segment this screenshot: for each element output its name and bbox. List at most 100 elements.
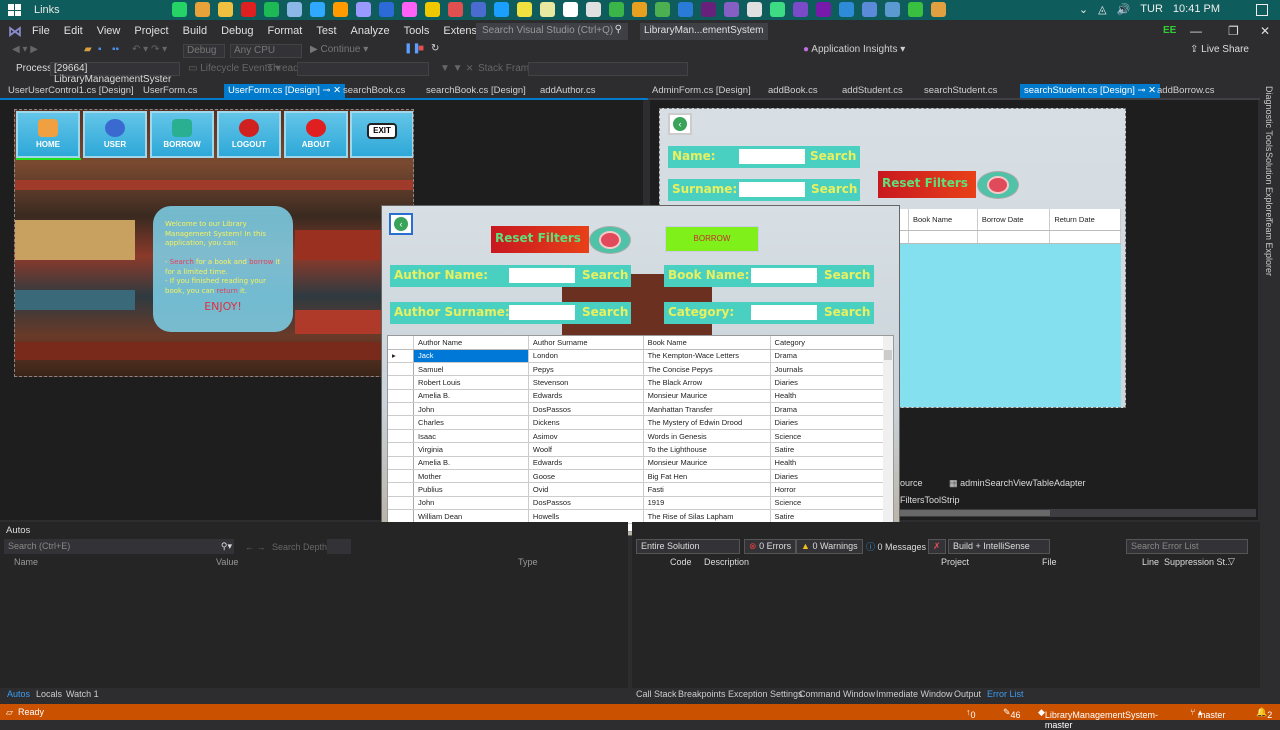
thread-dropdown[interactable] <box>297 62 429 76</box>
table-cell[interactable]: Virginia <box>413 442 529 457</box>
tool-tab-output[interactable]: Output <box>954 689 981 699</box>
table-cell[interactable] <box>908 230 978 244</box>
taskbar-app-icon[interactable] <box>632 2 647 17</box>
table-cell[interactable]: Monsieur Maurice <box>643 389 771 404</box>
table-cell[interactable]: Ovid <box>528 482 644 497</box>
grid-vertical-scrollbar[interactable] <box>883 336 893 531</box>
tab-addbook-cs[interactable]: addBook.cs <box>764 84 822 98</box>
tray-item-table-adapter[interactable]: adminSearchViewTableAdapter <box>960 478 1085 488</box>
taskbar-app-icon[interactable] <box>586 2 601 17</box>
taskbar-app-icon[interactable] <box>494 2 509 17</box>
taskbar-app-icon[interactable] <box>793 2 808 17</box>
table-row[interactable]: ▸ Jack London The Kempton-Wace Letters Drama <box>388 349 886 363</box>
table-cell[interactable]: Monsieur Maurice <box>643 456 771 471</box>
table-cell[interactable]: The Concise Pepys <box>643 362 771 377</box>
taskbar-app-icon[interactable] <box>241 2 256 17</box>
menu-test[interactable]: Test <box>316 25 336 37</box>
error-scope-dropdown[interactable]: Entire Solution <box>636 539 740 554</box>
taskbar-app-icon[interactable] <box>195 2 210 17</box>
nav-about-button[interactable]: ABOUT <box>284 111 348 158</box>
table-cell[interactable] <box>1049 230 1121 244</box>
side-tab-team-explorer[interactable]: Team Explorer <box>1264 218 1274 276</box>
filter-icon[interactable]: ▼ ▼ ⨯ <box>440 63 474 74</box>
table-cell[interactable]: Dickens <box>528 415 644 430</box>
errors-filter-button[interactable]: ⊗ 0 Errors <box>744 539 797 554</box>
tool-tab-immediate-window[interactable]: Immediate Window <box>876 689 953 699</box>
taskbar-app-icon[interactable] <box>540 2 555 17</box>
taskbar-app-icon[interactable] <box>471 2 486 17</box>
table-cell[interactable]: DosPassos <box>528 496 644 511</box>
table-cell[interactable]: Edwards <box>528 389 644 404</box>
restore-button[interactable]: ❐ <box>1228 24 1239 38</box>
undo-icon[interactable]: ↶ ▾ ↷ ▾ <box>132 44 167 55</box>
taskbar-app-icon[interactable] <box>264 2 279 17</box>
tab-searchbook-cs-design[interactable]: searchBook.cs [Design] <box>422 84 530 98</box>
author-name-input[interactable] <box>509 268 575 283</box>
table-cell[interactable]: Robert Louis <box>413 375 529 390</box>
table-cell[interactable]: Samuel <box>413 362 529 377</box>
search-author-name-button[interactable]: Search <box>582 268 628 282</box>
student-name-input[interactable] <box>739 149 805 164</box>
table-row[interactable]: Virginia Woolf To the Lighthouse Satire <box>388 442 886 457</box>
row-header[interactable] <box>388 482 415 497</box>
table-cell[interactable]: DosPassos <box>528 402 644 417</box>
table-cell[interactable]: Goose <box>528 469 644 484</box>
menu-build[interactable]: Build <box>183 25 207 37</box>
links-toolbar-label[interactable]: Links <box>34 4 60 16</box>
table-cell[interactable]: Woolf <box>528 442 644 457</box>
warnings-filter-button[interactable]: ▲ 0 Warnings <box>796 539 863 554</box>
tab-userform-cs[interactable]: UserForm.cs <box>139 84 201 98</box>
close-tab-icon[interactable]: ⊸ ✕ <box>320 85 341 96</box>
unpushed-commits[interactable]: ↑ 0 <box>966 707 976 720</box>
table-cell[interactable]: Isaac <box>413 429 529 444</box>
tool-tab-breakpoints[interactable]: Breakpoints <box>678 689 726 699</box>
borrow-button[interactable]: BORROW <box>665 226 759 252</box>
tool-tab-error-list[interactable]: Error List <box>987 689 1024 699</box>
nav-borrow-button[interactable]: BORROW <box>150 111 214 158</box>
close-button[interactable]: ✕ <box>1260 24 1270 38</box>
taskbar-app-icon[interactable] <box>701 2 716 17</box>
row-header[interactable]: ▸ <box>388 349 415 363</box>
table-row[interactable]: Publius Ovid Fasti Horror <box>388 482 886 497</box>
repository-button[interactable]: ◆ LibraryManagementSystem-master <box>1038 707 1158 730</box>
minimize-button[interactable]: — <box>1190 24 1202 38</box>
column-header[interactable]: Book Name <box>908 209 978 231</box>
table-cell[interactable]: Jack <box>413 349 529 363</box>
search-nav-arrows[interactable]: ← → <box>245 542 266 552</box>
menu-analyze[interactable]: Analyze <box>351 25 390 37</box>
column-project[interactable]: Project <box>941 557 969 567</box>
tool-tab-exception-settings[interactable]: Exception Settings <box>728 689 803 699</box>
windows-start-icon[interactable] <box>8 4 22 16</box>
row-header[interactable] <box>388 375 415 390</box>
menu-debug[interactable]: Debug <box>221 25 253 37</box>
table-cell[interactable]: Science <box>770 496 886 511</box>
taskbar-app-icon[interactable] <box>172 2 187 17</box>
tab-addstudent-cs[interactable]: addStudent.cs <box>838 84 907 98</box>
row-header[interactable] <box>388 415 415 430</box>
branch-button[interactable]: ⑂ master ▴ <box>1190 707 1225 720</box>
table-cell[interactable]: Amelia B. <box>413 389 529 404</box>
table-row[interactable]: Mother Goose Big Fat Hen Diaries <box>388 469 886 484</box>
tool-tab-autos[interactable]: Autos <box>7 689 30 699</box>
author-surname-input[interactable] <box>509 305 575 320</box>
row-header[interactable] <box>388 362 415 377</box>
column-type[interactable]: Type <box>518 557 538 567</box>
table-cell[interactable]: Horror <box>770 482 886 497</box>
menu-format[interactable]: Format <box>268 25 303 37</box>
search-book-name-button[interactable]: Search <box>824 268 870 282</box>
tool-tab-call-stack[interactable]: Call Stack <box>636 689 677 699</box>
table-cell[interactable] <box>977 230 1051 244</box>
tool-tab-watch-1[interactable]: Watch 1 <box>66 689 99 699</box>
nav-exit-button[interactable]: EXIT <box>350 111 413 158</box>
taskbar-app-icon[interactable] <box>333 2 348 17</box>
stack-frame-dropdown[interactable] <box>528 62 688 76</box>
continue-button[interactable]: ▶ Continue ▾ <box>310 44 368 55</box>
side-tab-solution-explorer[interactable]: Solution Explorer <box>1264 152 1274 221</box>
table-row[interactable]: Charles Dickens The Mystery of Edwin Drood… <box>388 415 886 430</box>
side-tab-diagnostic-tools[interactable]: Diagnostic Tools <box>1264 86 1274 151</box>
search-book-form[interactable]: ‹ Reset Filters BORROW Author Name: Sear… <box>381 205 900 536</box>
nav-logout-button[interactable]: LOGOUT <box>217 111 281 158</box>
student-reset-filters-button[interactable]: Reset Filters <box>878 171 976 198</box>
table-row[interactable]: Amelia B. Edwards Monsieur Maurice Health <box>388 389 886 404</box>
taskbar-app-icon[interactable] <box>839 2 854 17</box>
